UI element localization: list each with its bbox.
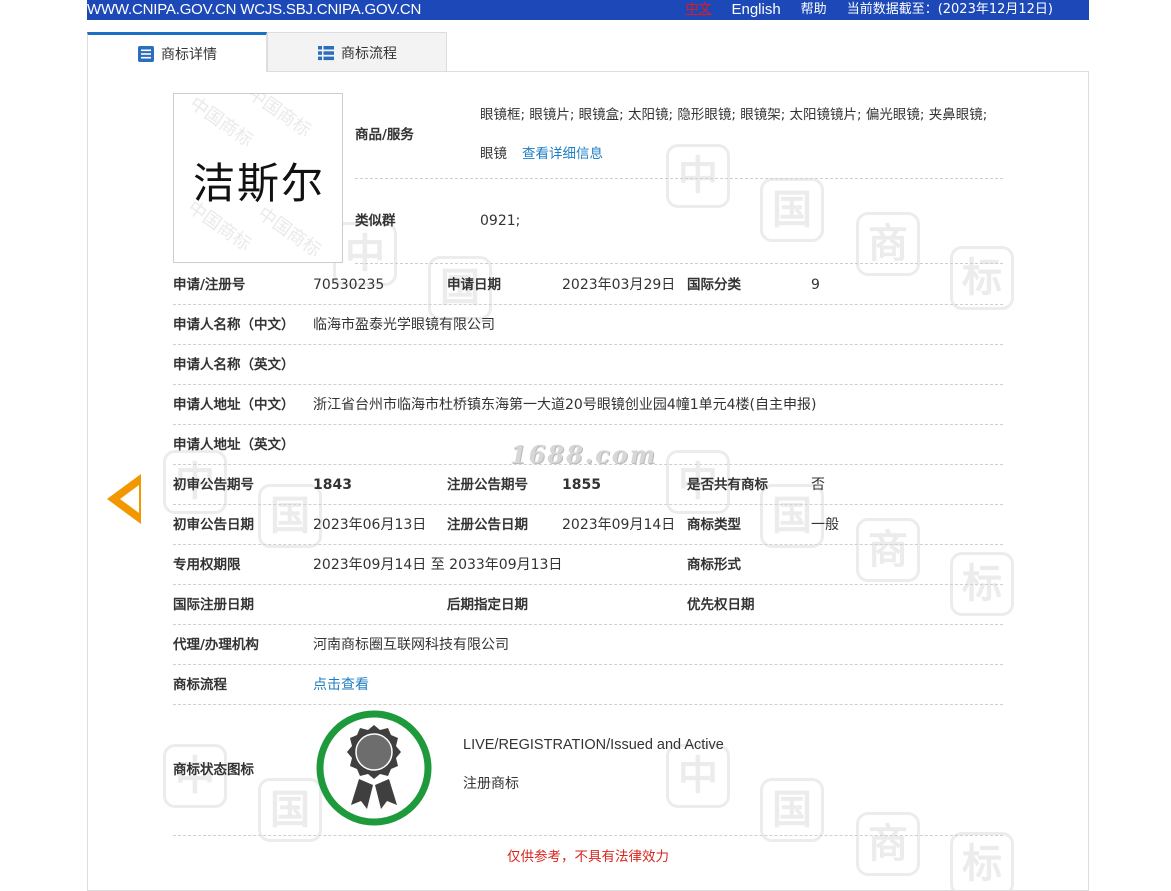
reg-no-value: 70530235 xyxy=(313,277,385,293)
lang-english-link[interactable]: English xyxy=(731,0,780,20)
similar-group-label: 类似群 xyxy=(355,213,396,229)
row-address-en: 申请人地址（英文） xyxy=(173,425,1003,465)
later-date-label: 后期指定日期 xyxy=(447,597,528,613)
row-applicant-cn: 申请人名称（中文） 临海市盈泰光学眼镜有限公司 xyxy=(173,305,1003,345)
address-cn-label: 申请人地址（中文） xyxy=(173,397,295,413)
intl-reg-date-label: 国际注册日期 xyxy=(173,597,254,613)
goods-services-row: 商品/服务 眼镜框; 眼镜片; 眼镜盒; 太阳镜; 隐形眼镜; 眼镜架; 太阳镜… xyxy=(355,95,1003,179)
similar-group-row: 类似群 0921; xyxy=(355,179,1003,264)
mark-type-value: 一般 xyxy=(811,517,839,533)
agent-value: 河南商标圈互联网科技有限公司 xyxy=(313,637,509,653)
reg-date-value: 2023年09月14日 xyxy=(562,517,676,533)
status-en: LIVE/REGISTRATION/Issued and Active xyxy=(463,737,724,753)
row-trademark-flow: 商标流程 点击查看 xyxy=(173,665,1003,705)
row-dates: 国际注册日期 后期指定日期 优先权日期 xyxy=(173,585,1003,625)
mark-type-label: 商标类型 xyxy=(687,517,741,533)
priority-date-label: 优先权日期 xyxy=(687,597,755,613)
trademark-image: 中国商标 中国商标 中国商标 中国商标 洁斯尔 xyxy=(173,93,343,263)
applicant-cn-value: 临海市盈泰光学眼镜有限公司 xyxy=(313,317,495,333)
data-as-of: 当前数据截至：(2023年12月12日) xyxy=(846,2,1053,17)
row-registration-number: 申请/注册号 70530235 申请日期 2023年03月29日 国际分类 9 xyxy=(173,265,1003,305)
shared-value: 否 xyxy=(811,477,825,493)
flow-view-link[interactable]: 点击查看 xyxy=(313,665,369,705)
address-cn-value: 浙江省台州市临海市杜桥镇东海第一大道20号眼镜创业园4幢1单元4楼(自主申报) xyxy=(313,397,817,413)
goods-value-line2: 眼镜 xyxy=(480,146,507,162)
app-date-label: 申请日期 xyxy=(447,277,501,293)
list-icon xyxy=(317,44,335,62)
row-applicant-en: 申请人名称（英文） xyxy=(173,345,1003,385)
flow-label: 商标流程 xyxy=(173,677,227,693)
goods-value-line1: 眼镜框; 眼镜片; 眼镜盒; 太阳镜; 隐形眼镜; 眼镜架; 太阳镜镜片; 偏光… xyxy=(480,107,988,123)
tab-bar: 商标详情 商标流程 xyxy=(87,32,447,72)
goods-label: 商品/服务 xyxy=(355,127,414,143)
trademark-name: 洁斯尔 xyxy=(192,159,325,208)
applicant-en-label: 申请人名称（英文） xyxy=(173,357,295,373)
row-announcement-date: 初审公告日期 2023年06月13日 注册公告日期 2023年09月14日 商标… xyxy=(173,505,1003,545)
tab-trademark-flow[interactable]: 商标流程 xyxy=(267,32,447,72)
reg-no-label: 申请/注册号 xyxy=(173,277,246,293)
applicant-cn-label: 申请人名称（中文） xyxy=(173,317,295,333)
reg-issue-label: 注册公告期号 xyxy=(447,477,528,493)
row-address-cn: 申请人地址（中文） 浙江省台州市临海市杜桥镇东海第一大道20号眼镜创业园4幢1单… xyxy=(173,385,1003,425)
prelim-date-value: 2023年06月13日 xyxy=(313,517,427,533)
reg-date-label: 注册公告日期 xyxy=(447,517,528,533)
top-nav: 中文 English 帮助 当前数据截至：(2023年12月12日) xyxy=(685,0,1053,20)
tab-label: 商标流程 xyxy=(341,45,397,62)
address-en-label: 申请人地址（英文） xyxy=(173,437,295,453)
legal-disclaimer: 仅供参考，不具有法律效力 xyxy=(507,849,669,865)
site-urls: WWW.CNIPA.GOV.CN WCJS.SBJ.CNIPA.GOV.CN xyxy=(87,1,422,18)
row-status: 商标状态图标 LIVE/REGISTRATION/Issued and Acti… xyxy=(173,705,1003,836)
help-link[interactable]: 帮助 xyxy=(801,0,827,20)
status-cn: 注册商标 xyxy=(463,776,519,792)
intl-class-label: 国际分类 xyxy=(687,277,741,293)
app-date-value: 2023年03月29日 xyxy=(562,277,676,293)
mark-form-label: 商标形式 xyxy=(687,557,741,573)
tab-label: 商标详情 xyxy=(161,46,217,63)
term-value: 2023年09月14日 至 2033年09月13日 xyxy=(313,557,563,573)
top-bar: WWW.CNIPA.GOV.CN WCJS.SBJ.CNIPA.GOV.CN 中… xyxy=(87,0,1089,20)
lang-chinese-link[interactable]: 中文 xyxy=(685,0,711,20)
row-announcement-issue: 初审公告期号 1843 注册公告期号 1855 是否共有商标 否 xyxy=(173,465,1003,505)
reg-issue-value: 1855 xyxy=(562,477,601,493)
view-detail-link[interactable]: 查看详细信息 xyxy=(522,134,603,174)
agent-label: 代理/办理机构 xyxy=(173,637,259,653)
row-exclusive-term: 专用权期限 2023年09月14日 至 2033年09月13日 商标形式 xyxy=(173,545,1003,585)
prelim-date-label: 初审公告日期 xyxy=(173,517,254,533)
similar-group-value: 0921; xyxy=(480,213,521,229)
tab-trademark-detail[interactable]: 商标详情 xyxy=(87,32,267,72)
back-arrow-icon[interactable] xyxy=(107,474,141,524)
shared-label: 是否共有商标 xyxy=(687,477,768,493)
term-label: 专用权期限 xyxy=(173,557,241,573)
document-list-icon xyxy=(137,45,155,63)
registered-seal-icon xyxy=(315,709,433,827)
status-label: 商标状态图标 xyxy=(173,762,254,778)
row-agent: 代理/办理机构 河南商标圈互联网科技有限公司 xyxy=(173,625,1003,665)
prelim-issue-label: 初审公告期号 xyxy=(173,477,254,493)
intl-class-value: 9 xyxy=(811,277,820,293)
prelim-issue-value: 1843 xyxy=(313,477,352,493)
